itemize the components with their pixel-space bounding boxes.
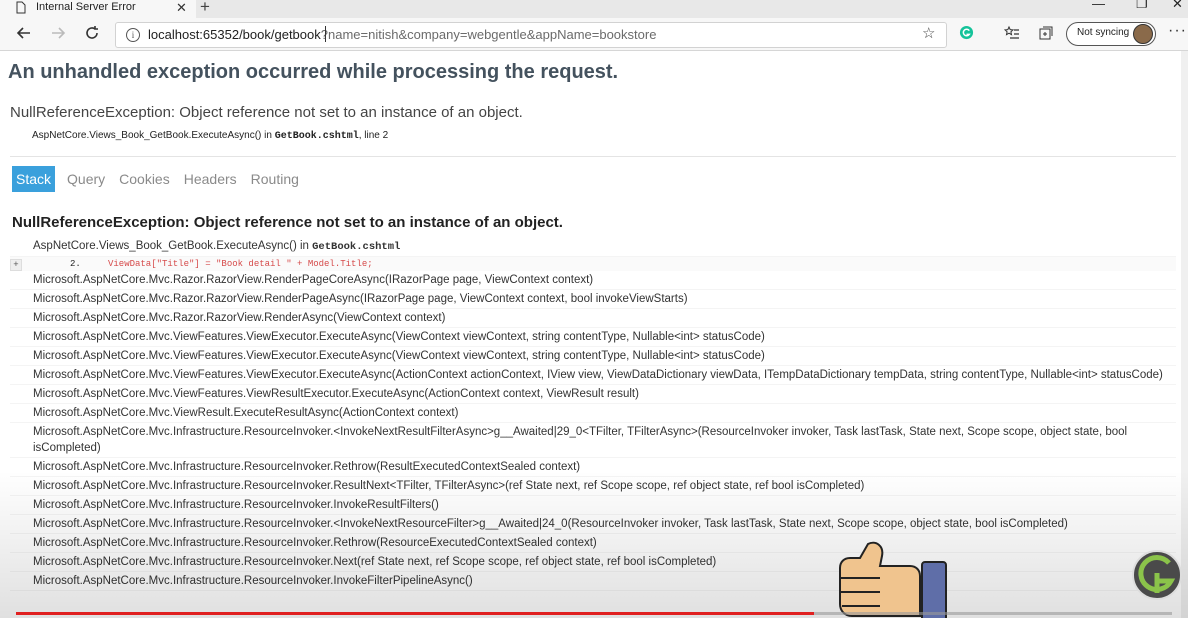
stack-frame[interactable]: Microsoft.AspNetCore.Mvc.Razor.RazorView… xyxy=(10,309,1176,328)
stack-frame[interactable]: Microsoft.AspNetCore.Mvc.Infrastructure.… xyxy=(10,458,1176,477)
tab-headers[interactable]: Headers xyxy=(182,166,239,192)
stack-frame-list: Microsoft.AspNetCore.Mvc.Razor.RazorView… xyxy=(10,271,1176,591)
stack-frame[interactable]: Microsoft.AspNetCore.Mvc.Infrastructure.… xyxy=(10,534,1176,553)
star-icon[interactable]: ☆ xyxy=(922,24,935,42)
video-progress-bar[interactable] xyxy=(16,612,814,615)
url-query: ?name=nitish&company=webgentle&appName=b… xyxy=(320,27,657,42)
favorites-icon[interactable] xyxy=(1004,25,1020,41)
stack-trace: AspNetCore.Views_Book_GetBook.ExecuteAsy… xyxy=(10,237,1176,591)
diagnostic-tabs: Stack Query Cookies Headers Routing xyxy=(12,166,311,192)
browser-tab[interactable]: Internal Server Error ✕ xyxy=(0,0,196,18)
exception-location: AspNetCore.Views_Book_GetBook.ExecuteAsy… xyxy=(32,130,388,142)
new-tab-button[interactable]: + xyxy=(200,0,210,15)
stack-frame[interactable]: Microsoft.AspNetCore.Mvc.Infrastructure.… xyxy=(10,553,1176,572)
collections-icon[interactable] xyxy=(1038,25,1054,41)
browser-toolbar: i localhost:65352/book/getbook?name=niti… xyxy=(0,18,1188,51)
tab-strip: Internal Server Error ✕ + — ❐ ✕ xyxy=(0,0,1188,18)
forward-icon[interactable] xyxy=(48,23,68,43)
exception-message: NullReferenceException: Object reference… xyxy=(10,104,523,121)
stack-frame[interactable]: Microsoft.AspNetCore.Mvc.ViewFeatures.Vi… xyxy=(10,385,1176,404)
sync-button[interactable]: Not syncing xyxy=(1066,22,1156,46)
tab-routing[interactable]: Routing xyxy=(249,166,301,192)
tab-close-button[interactable]: ✕ xyxy=(176,0,187,15)
tab-title: Internal Server Error xyxy=(36,1,136,13)
tab-cookies[interactable]: Cookies xyxy=(117,166,172,192)
stack-frame[interactable]: Microsoft.AspNetCore.Mvc.Infrastructure.… xyxy=(10,496,1176,515)
minimize-button[interactable]: — xyxy=(1092,0,1105,11)
stack-frame[interactable]: Microsoft.AspNetCore.Mvc.Razor.RazorView… xyxy=(10,271,1176,290)
page-title: An unhandled exception occurred while pr… xyxy=(8,61,619,83)
frame-file: GetBook.cshtml xyxy=(312,241,401,253)
stack-frame-first[interactable]: AspNetCore.Views_Book_GetBook.ExecuteAsy… xyxy=(10,237,1176,257)
sync-label: Not syncing xyxy=(1077,27,1130,38)
page-icon xyxy=(16,1,26,14)
stack-frame[interactable]: Microsoft.AspNetCore.Mvc.Infrastructure.… xyxy=(10,423,1176,458)
info-icon[interactable]: i xyxy=(126,28,140,42)
stack-frame[interactable]: Microsoft.AspNetCore.Mvc.ViewResult.Exec… xyxy=(10,404,1176,423)
stack-frame[interactable]: Microsoft.AspNetCore.Mvc.Infrastructure.… xyxy=(10,515,1176,534)
error-page: An unhandled exception occurred while pr… xyxy=(0,51,1188,618)
divider xyxy=(10,156,1176,157)
url-host: localhost:65352/book/getbook xyxy=(148,27,321,42)
stack-frame[interactable]: Microsoft.AspNetCore.Mvc.Infrastructure.… xyxy=(10,572,1176,591)
code-line-number: 2. xyxy=(70,259,81,269)
page-scrollbar[interactable] xyxy=(1181,51,1188,618)
location-file: GetBook.cshtml xyxy=(274,131,359,142)
stack-frame[interactable]: Microsoft.AspNetCore.Mvc.Razor.RazorView… xyxy=(10,290,1176,309)
location-method: AspNetCore.Views_Book_GetBook.ExecuteAsy… xyxy=(32,130,272,141)
refresh-icon[interactable] xyxy=(82,23,102,43)
stack-frame[interactable]: Microsoft.AspNetCore.Mvc.ViewFeatures.Vi… xyxy=(10,328,1176,347)
grammarly-icon[interactable] xyxy=(959,25,974,40)
thumbs-up-icon xyxy=(839,541,947,618)
stack-heading: NullReferenceException: Object reference… xyxy=(12,214,563,231)
back-icon[interactable] xyxy=(14,23,34,43)
stack-frame[interactable]: Microsoft.AspNetCore.Mvc.Infrastructure.… xyxy=(10,477,1176,496)
text-cursor xyxy=(325,26,326,42)
stack-frame[interactable]: Microsoft.AspNetCore.Mvc.ViewFeatures.Vi… xyxy=(10,347,1176,366)
stack-frame[interactable]: Microsoft.AspNetCore.Mvc.ViewFeatures.Vi… xyxy=(10,366,1176,385)
tab-stack[interactable]: Stack xyxy=(12,166,56,192)
expand-code-button[interactable]: + xyxy=(10,259,22,271)
video-progress-track[interactable] xyxy=(814,612,1172,615)
channel-logo-icon[interactable] xyxy=(1131,549,1183,601)
frame-method: AspNetCore.Views_Book_GetBook.ExecuteAsy… xyxy=(33,240,313,252)
avatar xyxy=(1133,24,1153,44)
address-bar[interactable]: i localhost:65352/book/getbook?name=niti… xyxy=(115,22,947,48)
code-text: ViewData["Title"] = "Book detail " + Mod… xyxy=(108,259,373,269)
url-text[interactable]: localhost:65352/book/getbook?name=nitish… xyxy=(148,26,656,43)
tab-query[interactable]: Query xyxy=(65,166,107,192)
location-line: , line 2 xyxy=(358,130,389,141)
more-menu-button[interactable]: ··· xyxy=(1168,23,1187,39)
source-code-line: + 2. ViewData["Title"] = "Book detail " … xyxy=(10,257,1176,271)
window-close-button[interactable]: ✕ xyxy=(1172,0,1183,11)
restore-button[interactable]: ❐ xyxy=(1136,0,1148,11)
